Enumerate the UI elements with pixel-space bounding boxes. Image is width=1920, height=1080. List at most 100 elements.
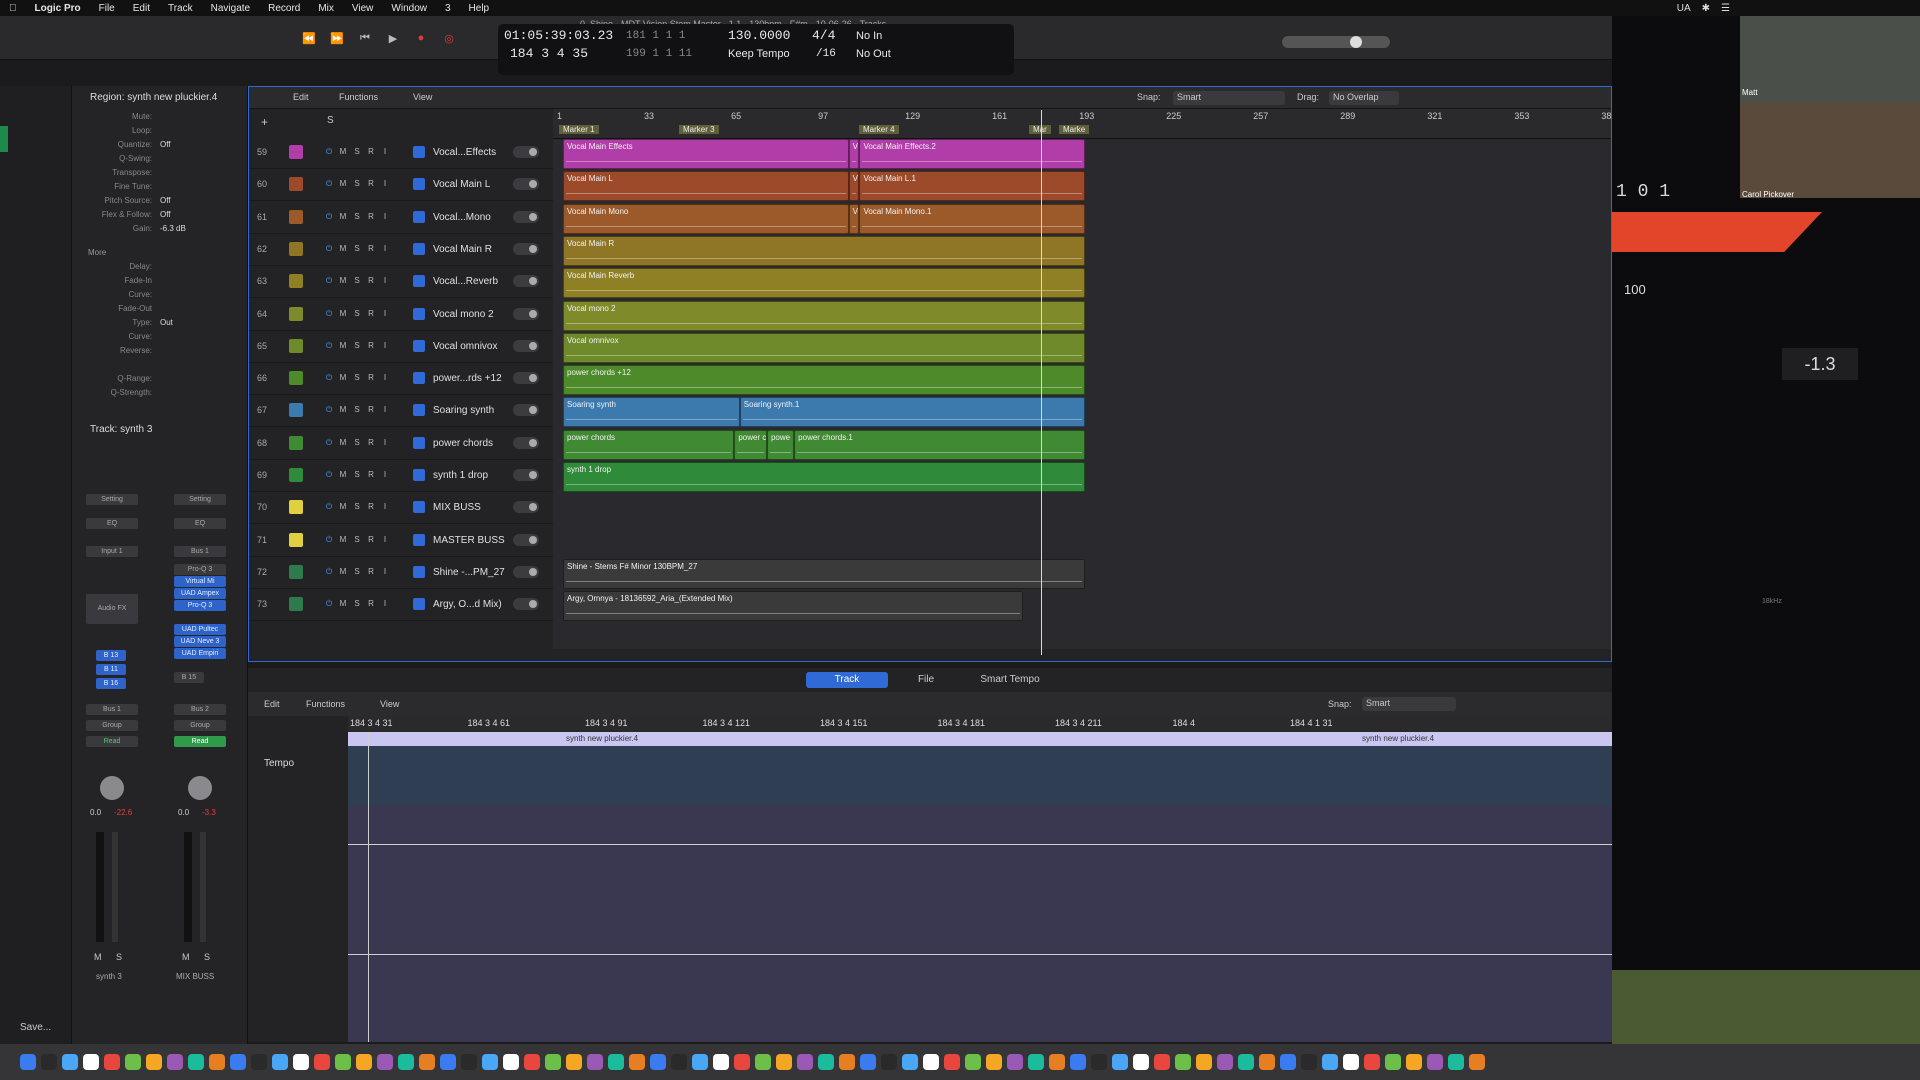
master-volume-slider[interactable] [1282, 36, 1390, 48]
dock-app-icon[interactable] [776, 1054, 792, 1070]
track-on-icon[interactable]: ⏻ [323, 437, 335, 449]
dock-app-icon[interactable] [146, 1054, 162, 1070]
dock-app-icon[interactable] [20, 1054, 36, 1070]
track-header[interactable]: 61 ⏻ M S R I Vocal...Mono [249, 202, 553, 234]
dock-app-icon[interactable] [545, 1054, 561, 1070]
mute-button[interactable]: M [337, 501, 349, 513]
send-slot[interactable]: B 11 [96, 664, 126, 675]
region[interactable]: synth 1 drop [563, 462, 1086, 492]
track-toggle[interactable] [513, 339, 539, 352]
automation-icon[interactable] [413, 404, 425, 417]
dock-app-icon[interactable] [1133, 1054, 1149, 1070]
output-slot[interactable]: Bus 1 [86, 704, 138, 715]
apple-icon[interactable]:  [0, 3, 26, 14]
insp-row[interactable]: Gain: -6.3 dB [72, 224, 248, 236]
fx-slot[interactable]: UAD Pultec [174, 624, 226, 635]
track-name[interactable]: Vocal Main L [433, 179, 490, 190]
automation-icon[interactable] [413, 598, 425, 611]
insp-row[interactable]: Type: Out [72, 318, 248, 330]
ruler[interactable]: 1 33 65 97 129 161 193 225 257 289 321 353 385 Marker… [553, 109, 1616, 139]
menu-app[interactable]: Logic Pro [26, 3, 90, 14]
automation-icon[interactable] [413, 501, 425, 514]
dock-app-icon[interactable] [944, 1054, 960, 1070]
track-toggle[interactable] [513, 146, 539, 158]
automation-icon[interactable] [413, 565, 425, 578]
volume-fader[interactable] [184, 832, 192, 942]
insp-row[interactable]: Q-Range: [72, 374, 248, 386]
editor-ruler[interactable]: 184 3 4 31 184 3 4 61 184 3 4 91 184 3 4 12… [348, 716, 1612, 732]
region[interactable]: Vocal Main Effects [563, 139, 849, 169]
edit-menu[interactable]: Edit [293, 92, 309, 102]
track-toggle[interactable] [513, 469, 539, 481]
volume-readout[interactable]: 0.0 [178, 808, 189, 817]
automation-icon[interactable] [413, 146, 425, 158]
lcd-tempo[interactable]: 130.0000 [728, 28, 790, 43]
track-header[interactable]: 64 ⏻ M S R I Vocal mono 2 [249, 299, 553, 331]
dock-app-icon[interactable] [839, 1054, 855, 1070]
dock-app-icon[interactable] [755, 1054, 771, 1070]
automation-icon[interactable] [413, 469, 425, 481]
snap-select[interactable]: Smart [1173, 91, 1285, 105]
record-enable-button[interactable]: R [365, 534, 377, 546]
dock-app-icon[interactable] [566, 1054, 582, 1070]
more-disclosure[interactable]: More [88, 248, 106, 257]
track-inspector-title[interactable]: Track: synth 3 [90, 424, 152, 435]
track-toggle[interactable] [513, 598, 539, 611]
view-menu[interactable]: View [413, 92, 432, 102]
dock-app-icon[interactable] [1322, 1054, 1338, 1070]
region[interactable]: Vocal mono 2 [563, 300, 1086, 331]
dock-app-icon[interactable] [335, 1054, 351, 1070]
dock-app-icon[interactable] [461, 1054, 477, 1070]
dock-app-icon[interactable] [1364, 1054, 1380, 1070]
input-monitor-button[interactable]: I [379, 598, 391, 610]
dock-app-icon[interactable] [356, 1054, 372, 1070]
track-header[interactable]: 59 ⏻ M S R I Vocal...Effects [249, 137, 553, 169]
record-enable-button[interactable]: R [365, 146, 377, 158]
region[interactable]: power chords [563, 429, 735, 460]
dock-app-icon[interactable] [1154, 1054, 1170, 1070]
dock-app-icon[interactable] [482, 1054, 498, 1070]
track-toggle[interactable] [513, 436, 539, 449]
dock-app-icon[interactable] [230, 1054, 246, 1070]
dock-app-icon[interactable] [440, 1054, 456, 1070]
track-on-icon[interactable]: ⏻ [323, 211, 335, 223]
status-ua[interactable]: UA [1677, 3, 1691, 14]
solo-button[interactable]: S [351, 146, 363, 158]
solo-button[interactable]: S [351, 211, 363, 223]
insp-row[interactable]: Quantize: Off [72, 140, 248, 152]
region[interactable]: Vo [848, 203, 860, 234]
capture-record-icon[interactable]: ◎ [440, 29, 458, 47]
track-toggle[interactable] [513, 404, 539, 417]
track-on-icon[interactable]: ⏻ [323, 308, 335, 320]
insp-row[interactable]: Q-Strength: [72, 388, 248, 400]
fx-slot[interactable]: UAD Neve 3 [174, 636, 226, 647]
mute-button[interactable]: M [337, 243, 349, 255]
region[interactable]: Soaring synth.1 [739, 397, 1086, 428]
track-toggle[interactable] [513, 565, 539, 578]
automation-read[interactable]: Read [86, 736, 138, 747]
insp-row[interactable]: Fade-Out [72, 304, 248, 316]
send-slot[interactable]: B 13 [96, 650, 126, 661]
forward-icon[interactable]: ⏩ [328, 29, 346, 47]
menu-edit[interactable]: Edit [124, 3, 159, 14]
track-toggle[interactable] [513, 210, 539, 223]
dock-app-icon[interactable] [713, 1054, 729, 1070]
dock-app-icon[interactable] [1301, 1054, 1317, 1070]
region[interactable]: Vo [848, 171, 860, 202]
dock-app-icon[interactable] [965, 1054, 981, 1070]
master-volume-knob[interactable] [1350, 36, 1362, 48]
record-enable-button[interactable]: R [365, 501, 377, 513]
eq-button[interactable]: EQ [174, 518, 226, 529]
dock-app-icon[interactable] [209, 1054, 225, 1070]
dock-app-icon[interactable] [629, 1054, 645, 1070]
editor-graph[interactable] [348, 732, 1612, 1042]
mute-button[interactable]: M [337, 308, 349, 320]
setting-button[interactable]: Setting [174, 494, 226, 505]
track-header[interactable]: 71 ⏻ M S R I MASTER BUSS [249, 525, 553, 557]
automation-icon[interactable] [413, 178, 425, 191]
region[interactable]: Vo [848, 139, 860, 169]
dock-app-icon[interactable] [251, 1054, 267, 1070]
track-header[interactable]: 73 ⏻ M S R I Argy, O...d Mix) [249, 589, 553, 622]
dock-app-icon[interactable] [1385, 1054, 1401, 1070]
region[interactable]: power chords +12 [563, 365, 1086, 396]
